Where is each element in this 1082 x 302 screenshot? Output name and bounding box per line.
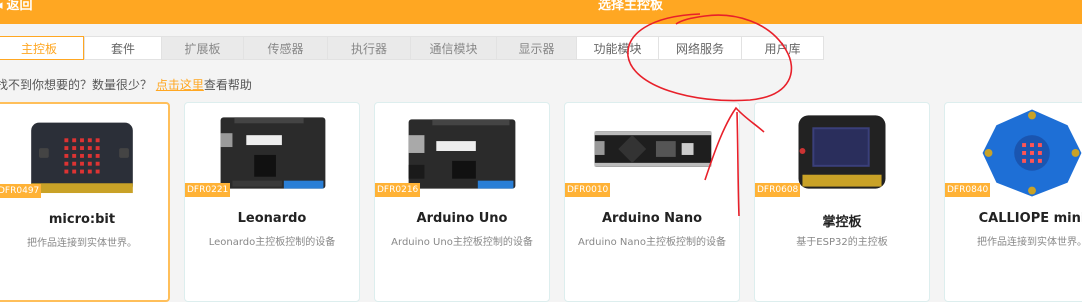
tab-function-module[interactable]: 功能模块 (577, 36, 659, 60)
board-description: Leonardo主控板控制的设备 (208, 237, 336, 248)
board-card-arduino-uno[interactable]: DFR0216 Arduino Uno Arduino Uno主控板控制的设备 (374, 102, 550, 302)
back-button[interactable]: ◂返回 (0, 0, 33, 13)
board-card-zhangkongban[interactable]: DFR0608 掌控板 基于ESP32的主控板 (754, 102, 930, 302)
board-name: Leonardo (237, 211, 307, 226)
help-link[interactable]: 点击这里 (156, 78, 204, 92)
board-description: 基于ESP32的主控板 (796, 237, 888, 248)
help-prefix: 找不到你想要的？数量很少？ (0, 78, 153, 92)
help-line: 找不到你想要的？数量很少？ 点击这里查看帮助 (0, 76, 252, 93)
back-arrow-icon: ◂ (0, 0, 3, 13)
tab-expansion-board[interactable]: 扩展板 (162, 36, 244, 60)
board-name: Arduino Uno (416, 211, 508, 226)
board-card-microbit[interactable]: DFR0497 micro:bit 把作品连接到实体世界。 (0, 102, 170, 302)
tab-main-board[interactable]: 主控板 (0, 36, 84, 60)
page-title: 选择主控板 (598, 0, 664, 13)
board-card-leonardo[interactable]: DFR0221 Leonardo Leonardo主控板控制的设备 (184, 102, 360, 302)
top-bar: ◂返回 选择主控板 (0, 0, 1082, 24)
sku-badge: DFR0010 (565, 183, 611, 197)
board-name: CALLIOPE mini (978, 211, 1082, 226)
sku-badge: DFR0216 (375, 183, 421, 197)
board-name: Arduino Nano (601, 211, 703, 226)
sku-badge: DFR0497 (0, 184, 42, 198)
board-description: Arduino Nano主控板控制的设备 (578, 237, 726, 248)
sku-badge: DFR0840 (945, 183, 991, 197)
board-name: 掌控板 (822, 215, 862, 230)
back-label: 返回 (6, 0, 33, 13)
board-card-arduino-nano[interactable]: DFR0010 Arduino Nano Arduino Nano主控板控制的设… (564, 102, 740, 302)
sku-badge: DFR0221 (185, 183, 231, 197)
board-description: 把作品连接到实体世界。 (27, 238, 137, 249)
tab-communication[interactable]: 通信模块 (411, 36, 497, 60)
sku-badge: DFR0608 (755, 183, 801, 197)
tab-kit[interactable]: 套件 (84, 36, 162, 60)
board-description: 把作品连接到实体世界。 (977, 237, 1082, 248)
help-suffix: 查看帮助 (203, 78, 252, 92)
board-card-calliope-mini[interactable]: DFR0840 CALLIOPE mini 把作品连接到实体世界。 (944, 102, 1082, 302)
tab-user-library[interactable]: 用户库 (742, 36, 824, 60)
tab-actuator[interactable]: 执行器 (328, 36, 411, 60)
board-description: Arduino Uno主控板控制的设备 (391, 237, 533, 248)
board-name: micro:bit (48, 212, 116, 227)
tab-sensor[interactable]: 传感器 (244, 36, 328, 60)
tab-display[interactable]: 显示器 (497, 36, 577, 60)
tab-network-service[interactable]: 网络服务 (659, 36, 742, 60)
